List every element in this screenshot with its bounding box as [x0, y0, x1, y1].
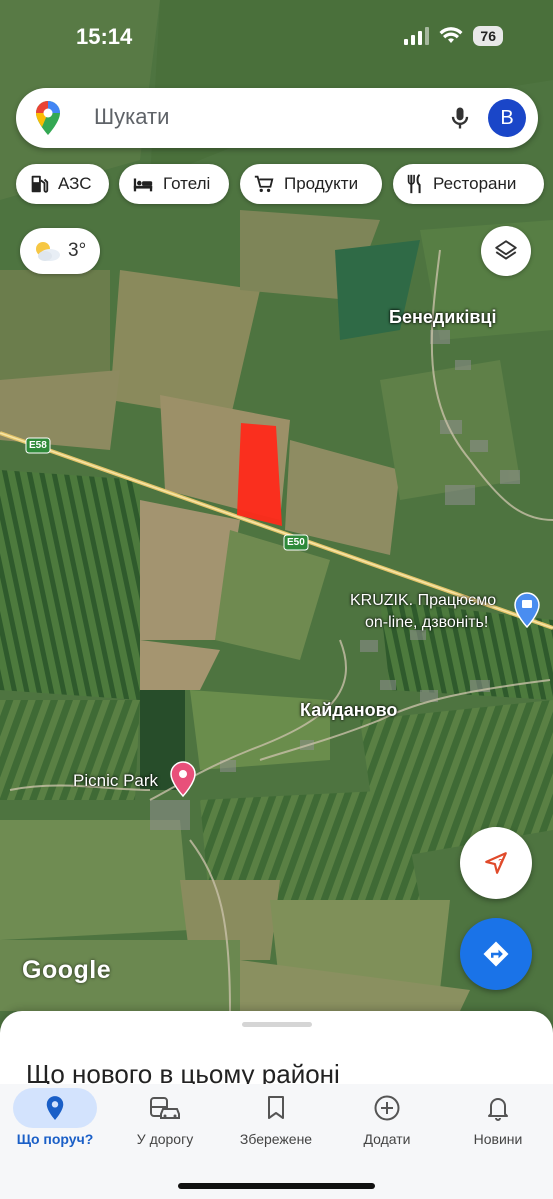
google-maps-logo-icon — [36, 101, 60, 135]
google-logo: Google — [22, 956, 112, 984]
nav-saved[interactable]: Збережене — [221, 1084, 331, 1164]
directions-icon — [483, 941, 509, 967]
battery-indicator: 76 — [473, 26, 503, 46]
account-avatar[interactable]: B — [488, 99, 526, 137]
chip-label-hotels: Готелі — [163, 174, 211, 193]
bottom-navigation: Що поруч? У дорогу Збережене Додати Нови… — [0, 1084, 553, 1199]
gas-station-icon — [31, 175, 49, 193]
nav-updates-pill — [456, 1088, 540, 1128]
navigation-arrow-icon: ? — [485, 852, 507, 874]
weather-temperature: 3° — [68, 240, 87, 261]
svg-text:?: ? — [498, 857, 503, 866]
nav-label-go: У дорогу — [136, 1131, 194, 1147]
nav-label-explore: Що поруч? — [16, 1131, 94, 1147]
status-bar: 15:14 76 — [0, 0, 553, 72]
chip-restaurants[interactable]: Ресторани — [393, 164, 544, 204]
map-label-kruzik-line2[interactable]: on-line, дзвоніть! — [365, 614, 488, 632]
chip-label-gas: АЗС — [58, 174, 92, 193]
nav-go-pill — [123, 1088, 207, 1128]
road-label-e50: E50 — [287, 537, 305, 548]
map-label-kaidanovo[interactable]: Кайданово — [300, 700, 397, 721]
highlighted-parcel — [237, 423, 282, 526]
shopping-cart-icon — [254, 175, 274, 193]
layers-icon — [495, 240, 517, 260]
fork-knife-icon — [407, 173, 421, 194]
nav-explore-pill — [13, 1088, 97, 1128]
location-pin-icon — [46, 1096, 64, 1120]
wifi-icon — [439, 27, 463, 43]
chip-label-restaurants: Ресторани — [433, 174, 517, 193]
chip-groceries[interactable]: Продукти — [240, 164, 382, 204]
road-label-e58: E58 — [29, 440, 47, 451]
nav-label-contribute: Додати — [363, 1131, 411, 1147]
home-indicator[interactable] — [178, 1183, 375, 1189]
nav-saved-pill — [234, 1088, 318, 1128]
nav-explore[interactable]: Що поруч? — [0, 1084, 110, 1164]
weather-widget[interactable]: 3° — [20, 228, 100, 274]
map-label-benedykivtsi[interactable]: Бенедиківці — [389, 307, 496, 328]
nav-go[interactable]: У дорогу — [110, 1084, 220, 1164]
nav-updates[interactable]: Новини — [443, 1084, 553, 1164]
commute-car-icon — [150, 1097, 180, 1119]
bell-icon — [488, 1098, 508, 1121]
map-layers-button[interactable] — [481, 226, 531, 276]
nav-contribute[interactable]: Додати — [332, 1084, 442, 1164]
chip-gas-stations[interactable]: АЗС — [16, 164, 109, 204]
cellular-signal-icon — [404, 27, 430, 45]
my-location-button[interactable]: ? — [460, 827, 532, 899]
status-time: 15:14 — [76, 24, 133, 49]
directions-button[interactable] — [460, 918, 532, 990]
map-label-kruzik-line1[interactable]: KRUZIK. Працюємо — [350, 592, 496, 610]
chip-label-groceries: Продукти — [284, 174, 359, 193]
nav-label-updates: Новини — [473, 1131, 523, 1147]
chip-hotels[interactable]: Готелі — [119, 164, 229, 204]
sheet-drag-handle[interactable] — [242, 1022, 312, 1027]
status-icons: 76 — [404, 26, 503, 46]
microphone-icon[interactable] — [446, 104, 474, 132]
search-bar[interactable]: Шукати B — [16, 88, 538, 148]
bookmark-icon — [268, 1096, 284, 1119]
nav-contribute-pill — [345, 1088, 429, 1128]
map-label-picnic-park[interactable]: Picnic Park — [73, 771, 158, 791]
add-circle-icon — [374, 1095, 400, 1121]
hotel-bed-icon — [133, 178, 153, 192]
category-chips: АЗС Готелі Продукти Ресторани — [0, 164, 553, 206]
search-input[interactable]: Шукати — [94, 104, 169, 130]
partly-cloudy-icon — [36, 242, 60, 261]
nav-label-saved: Збережене — [239, 1131, 313, 1147]
